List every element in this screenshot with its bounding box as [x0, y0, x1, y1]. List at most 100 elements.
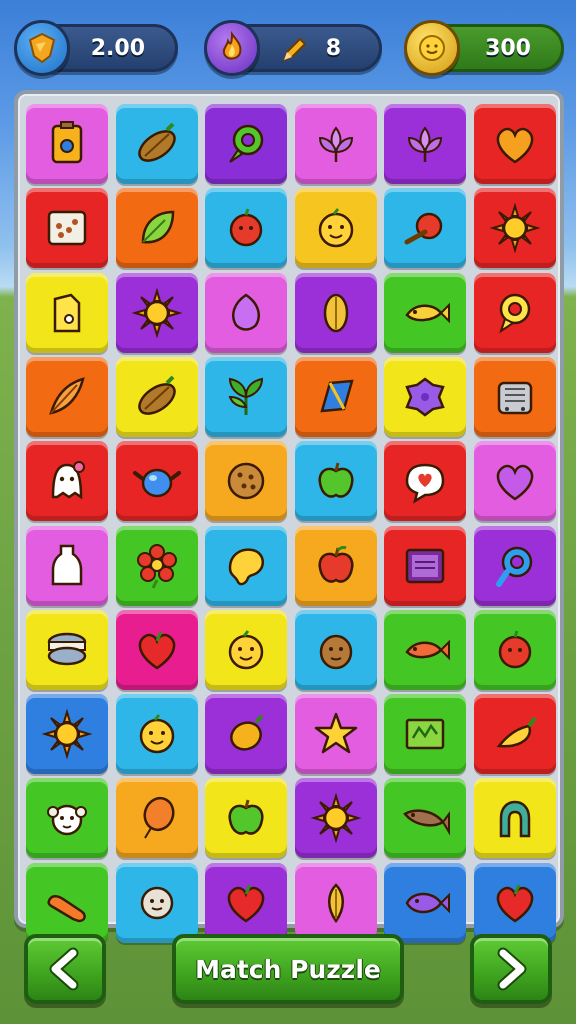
- tile-sun[interactable]: [115, 272, 198, 353]
- cocoa-pod-icon: [137, 122, 176, 162]
- potion-jar-icon: [51, 121, 83, 164]
- tile-red-fish[interactable]: [384, 609, 466, 690]
- tile-golden-corn[interactable]: [294, 862, 377, 943]
- tile-sausage[interactable]: [26, 862, 108, 943]
- tile-yellow-ring[interactable]: [473, 272, 556, 353]
- purple-box-icon: [405, 548, 445, 583]
- tile-speech-heart[interactable]: [384, 441, 466, 522]
- tile-macaron[interactable]: [26, 609, 108, 690]
- ticket-icon: [405, 718, 445, 750]
- tile-green-leaf[interactable]: [115, 188, 198, 269]
- tile-grey-face[interactable]: [115, 862, 198, 943]
- pencil-icon: [279, 35, 309, 69]
- tile-brown-fish[interactable]: [384, 778, 466, 859]
- tile-milk-carton[interactable]: [26, 272, 108, 353]
- green-herb-icon: [228, 377, 264, 415]
- yellow-face-icon: [228, 629, 264, 670]
- chevron-left-icon: [49, 947, 79, 991]
- tile-sun[interactable]: [26, 694, 108, 775]
- tile-yellow-face[interactable]: [115, 694, 198, 775]
- red-apple-icon: [317, 545, 354, 583]
- tile-lotus-flower[interactable]: [294, 104, 377, 184]
- tile-cookie[interactable]: [205, 441, 287, 522]
- tile-blue-diamond[interactable]: [294, 356, 377, 437]
- red-fish-icon: [405, 639, 450, 661]
- tile-ticket[interactable]: [384, 694, 466, 775]
- tile-red-heart[interactable]: [115, 609, 198, 690]
- top-hud: 2.00 8 300: [0, 20, 576, 76]
- cookie-icon: [227, 462, 265, 500]
- tile-seed-box[interactable]: [26, 188, 108, 269]
- next-button[interactable]: [470, 934, 552, 1004]
- green-horseshoe-icon: [499, 801, 530, 838]
- golden-leaf-icon: [323, 293, 348, 332]
- tile-blue-teapot[interactable]: [115, 441, 198, 522]
- apple-branch-icon: [404, 213, 443, 245]
- moves-value: 8: [325, 36, 341, 61]
- red-flower-icon: [136, 543, 177, 589]
- tile-green-horseshoe[interactable]: [473, 778, 556, 859]
- tile-milk-bottle[interactable]: [26, 525, 108, 606]
- tile-yellow-star[interactable]: [294, 694, 377, 775]
- tile-purple-fish[interactable]: [384, 862, 466, 943]
- tile-orange-balloon[interactable]: [115, 778, 198, 859]
- tile-golden-leaf[interactable]: [294, 272, 377, 353]
- sun-icon: [131, 287, 182, 339]
- tile-blue-ring[interactable]: [473, 525, 556, 606]
- yellow-face-icon: [318, 208, 353, 248]
- tile-yellow-pepper[interactable]: [473, 694, 556, 775]
- tile-red-fruit[interactable]: [473, 609, 556, 690]
- tile-red-fruit[interactable]: [205, 188, 287, 269]
- wheat-leaf-icon: [49, 377, 85, 415]
- brown-fish-icon: [403, 809, 450, 837]
- tile-orange-heart[interactable]: [473, 104, 556, 184]
- tile-cocoa-pod[interactable]: [115, 104, 198, 184]
- tile-purple-blob[interactable]: [384, 356, 466, 437]
- tile-yellow-fish[interactable]: [384, 272, 466, 353]
- sun-icon: [41, 708, 93, 760]
- tile-toaster[interactable]: [473, 356, 556, 437]
- tile-red-heart[interactable]: [473, 862, 556, 943]
- tile-cocoa-pod[interactable]: [115, 356, 198, 437]
- tile-mango[interactable]: [205, 694, 287, 775]
- tile-apple-branch[interactable]: [384, 188, 466, 269]
- tile-sun[interactable]: [473, 188, 556, 269]
- tile-white-ghost[interactable]: [26, 441, 108, 522]
- tile-wheat-leaf[interactable]: [26, 356, 108, 437]
- yellow-star-icon: [314, 712, 357, 754]
- tile-red-apple[interactable]: [294, 525, 377, 606]
- tile-red-heart[interactable]: [205, 862, 287, 943]
- tile-lotus-flower[interactable]: [384, 104, 466, 184]
- brown-face-icon: [319, 634, 352, 670]
- coins-value: 300: [485, 36, 531, 61]
- match-puzzle-button[interactable]: Match Puzzle: [172, 934, 404, 1004]
- tile-purple-heart[interactable]: [473, 441, 556, 522]
- tile-green-apple[interactable]: [294, 441, 377, 522]
- tile-yellow-blob[interactable]: [205, 525, 287, 606]
- yellow-fish-icon: [405, 302, 450, 324]
- mango-icon: [230, 714, 264, 751]
- red-heart-icon: [496, 884, 533, 923]
- tile-green-apple[interactable]: [205, 778, 287, 859]
- tile-potion-jar[interactable]: [26, 104, 108, 184]
- cocoa-pod-icon: [137, 375, 176, 415]
- tile-green-herb[interactable]: [205, 356, 287, 437]
- match-puzzle-label: Match Puzzle: [195, 954, 381, 984]
- milk-bottle-icon: [51, 544, 83, 585]
- tile-yellow-face[interactable]: [205, 609, 287, 690]
- tile-purple-box[interactable]: [384, 525, 466, 606]
- tile-white-face[interactable]: [26, 778, 108, 859]
- tile-green-ring[interactable]: [205, 104, 287, 184]
- blue-ring-icon: [495, 546, 532, 587]
- tile-red-flower[interactable]: [115, 525, 198, 606]
- green-ring-icon: [229, 124, 264, 163]
- tile-brown-face[interactable]: [294, 609, 377, 690]
- seed-box-icon: [47, 211, 87, 246]
- tile-purple-gem[interactable]: [205, 272, 287, 353]
- back-button[interactable]: [24, 934, 106, 1004]
- tile-sun[interactable]: [294, 778, 377, 859]
- tile-yellow-face[interactable]: [294, 188, 377, 269]
- game-board: [14, 90, 564, 943]
- white-face-icon: [47, 805, 87, 836]
- sun-icon: [489, 202, 540, 254]
